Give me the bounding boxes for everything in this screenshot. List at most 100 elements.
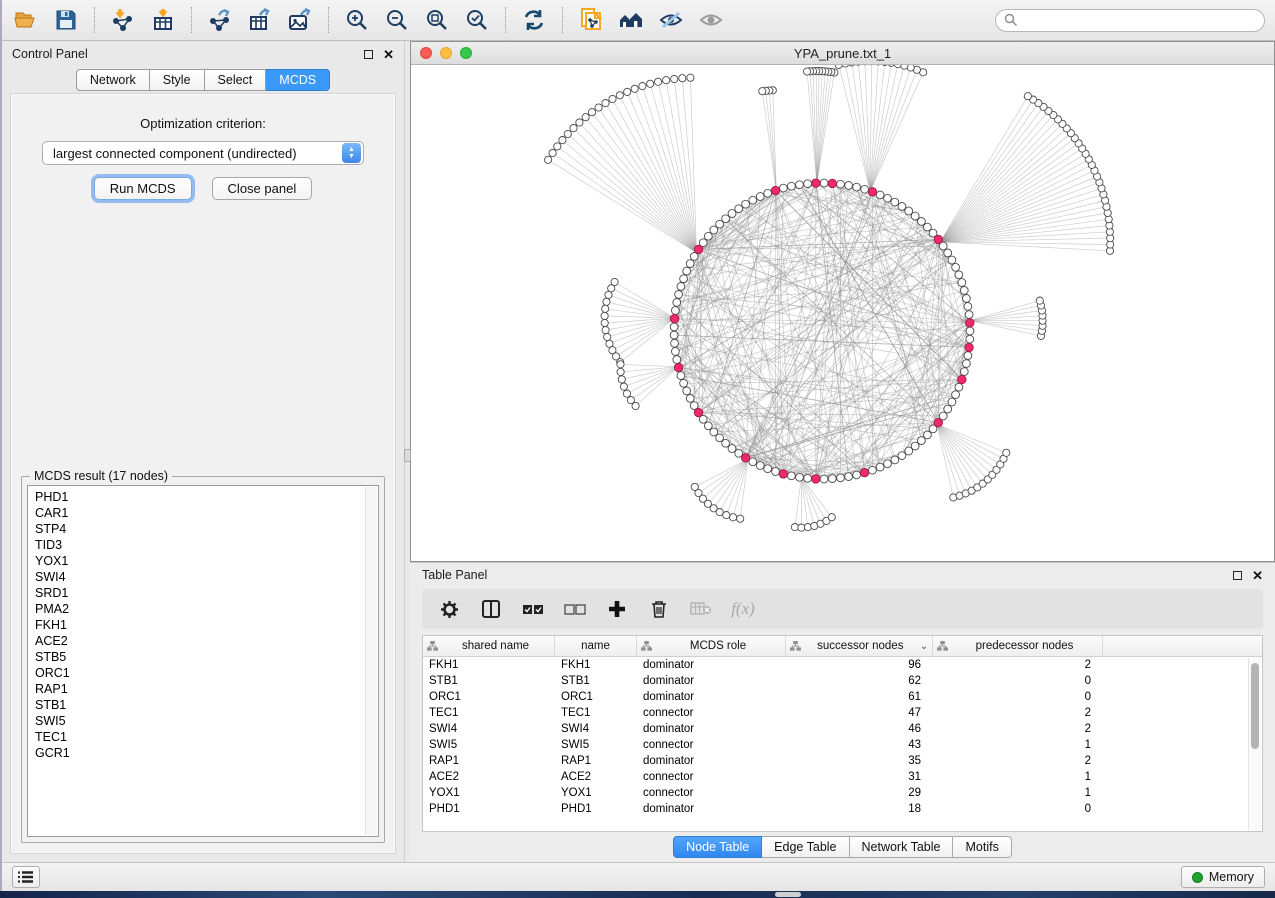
optimization-criterion-select[interactable]: largest connected component (undirected)… (42, 141, 364, 165)
table-row[interactable]: FKH1FKH1dominator962 (423, 657, 1262, 673)
mcds-result-item[interactable]: RAP1 (35, 681, 364, 697)
network-node[interactable] (788, 472, 796, 480)
select-all-icon[interactable] (522, 598, 544, 620)
network-node[interactable] (675, 291, 683, 299)
network-node[interactable] (898, 203, 906, 211)
table-row[interactable]: RAP1RAP1dominator352 (423, 753, 1262, 769)
leaf-node[interactable] (617, 368, 624, 375)
network-node[interactable] (680, 275, 688, 283)
network-node[interactable] (672, 307, 680, 315)
mcds-node[interactable] (966, 319, 974, 327)
tab-style[interactable]: Style (150, 69, 205, 91)
network-node[interactable] (853, 471, 861, 479)
network-node[interactable] (772, 468, 780, 476)
network-node[interactable] (960, 287, 968, 295)
leaf-node[interactable] (723, 512, 730, 519)
cell-predecessor_nodes[interactable]: 0 (933, 801, 1103, 817)
network-node[interactable] (699, 415, 707, 423)
mcds-result-item[interactable]: PHD1 (35, 489, 364, 505)
network-node[interactable] (924, 223, 932, 231)
leaf-node[interactable] (804, 524, 811, 531)
cell-shared_name[interactable]: ORC1 (423, 689, 555, 705)
leaf-node[interactable] (603, 298, 610, 305)
network-node[interactable] (804, 474, 812, 482)
tab-edge-table[interactable]: Edge Table (762, 836, 849, 858)
leaf-node[interactable] (620, 383, 627, 390)
show-all-icon[interactable] (697, 6, 725, 34)
network-node[interactable] (955, 271, 963, 279)
leaf-node[interactable] (804, 68, 811, 75)
cell-predecessor_nodes[interactable]: 2 (933, 721, 1103, 737)
leaf-node[interactable] (631, 85, 638, 92)
table-scrollbar[interactable] (1248, 658, 1261, 830)
network-node[interactable] (710, 226, 718, 234)
network-node[interactable] (964, 352, 972, 360)
network-node[interactable] (911, 442, 919, 450)
table-row[interactable]: STB1STB1dominator620 (423, 673, 1262, 689)
window-maximize-icon[interactable] (460, 47, 472, 59)
zoom-selected-icon[interactable] (463, 6, 491, 34)
tab-network-table[interactable]: Network Table (850, 836, 954, 858)
leaf-node[interactable] (608, 285, 615, 292)
mcds-result-item[interactable]: STB1 (35, 697, 364, 713)
leaf-node[interactable] (663, 77, 670, 84)
network-node[interactable] (952, 391, 960, 399)
leaf-node[interactable] (554, 143, 561, 150)
cell-predecessor_nodes[interactable]: 0 (933, 673, 1103, 689)
network-node[interactable] (837, 180, 845, 188)
cell-name[interactable]: TEC1 (555, 705, 637, 721)
leaf-node[interactable] (655, 78, 662, 85)
mcds-node[interactable] (812, 179, 820, 187)
column-header-successor-nodes[interactable]: successor nodes⌄ (786, 636, 933, 656)
leaf-node[interactable] (570, 125, 577, 132)
leaf-node[interactable] (687, 74, 694, 81)
mcds-node[interactable] (674, 363, 682, 371)
cell-mcds_role[interactable]: connector (637, 737, 786, 753)
hide-selected-icon[interactable] (657, 6, 685, 34)
network-node[interactable] (952, 263, 960, 271)
network-node[interactable] (670, 331, 678, 339)
leaf-node[interactable] (618, 376, 625, 383)
cell-name[interactable]: FKH1 (555, 657, 637, 673)
leaf-node[interactable] (604, 333, 611, 340)
network-node[interactable] (742, 200, 750, 208)
mcds-result-scrollbar[interactable] (365, 487, 377, 835)
cell-mcds_role[interactable]: connector (637, 769, 786, 785)
cell-mcds_role[interactable]: dominator (637, 689, 786, 705)
leaf-node[interactable] (1003, 449, 1010, 456)
network-node[interactable] (683, 267, 691, 275)
leaf-node[interactable] (564, 130, 571, 137)
leaf-node[interactable] (545, 156, 552, 163)
network-canvas[interactable] (411, 65, 1274, 561)
leaf-node[interactable] (888, 65, 895, 66)
cell-predecessor_nodes[interactable]: 0 (933, 689, 1103, 705)
leaf-node[interactable] (582, 114, 589, 121)
add-column-icon[interactable] (606, 598, 628, 620)
network-node[interactable] (966, 335, 974, 343)
show-columns-icon[interactable] (480, 598, 502, 620)
network-node[interactable] (749, 196, 757, 204)
network-node[interactable] (958, 279, 966, 287)
cell-shared_name[interactable]: PHD1 (423, 801, 555, 817)
duplicate-network-icon[interactable] (577, 6, 605, 34)
cell-name[interactable]: YOX1 (555, 785, 637, 801)
cell-predecessor_nodes[interactable]: 2 (933, 705, 1103, 721)
search-field[interactable] (995, 9, 1265, 32)
network-node[interactable] (756, 193, 764, 201)
network-node[interactable] (788, 182, 796, 190)
cell-mcds_role[interactable]: dominator (637, 721, 786, 737)
cell-shared_name[interactable]: YOX1 (423, 785, 555, 801)
cell-shared_name[interactable]: SWI5 (423, 737, 555, 753)
cell-predecessor_nodes[interactable]: 1 (933, 737, 1103, 753)
network-node[interactable] (966, 327, 974, 335)
open-file-icon[interactable] (12, 6, 40, 34)
network-node[interactable] (918, 218, 926, 226)
network-node[interactable] (963, 360, 971, 368)
cell-successor_nodes[interactable]: 31 (786, 769, 933, 785)
window-minimize-icon[interactable] (440, 47, 452, 59)
leaf-node[interactable] (901, 65, 908, 69)
leaf-node[interactable] (624, 88, 631, 95)
network-node[interactable] (728, 445, 736, 453)
cell-successor_nodes[interactable]: 29 (786, 785, 933, 801)
table-scrollbar-thumb[interactable] (1251, 663, 1259, 749)
